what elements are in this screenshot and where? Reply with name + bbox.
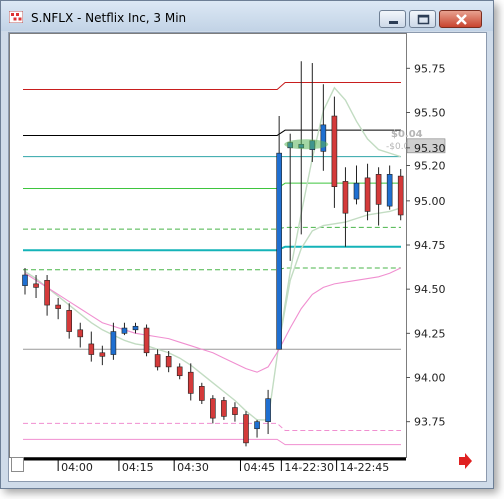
candle-body bbox=[232, 407, 238, 415]
maximize-button[interactable] bbox=[409, 10, 436, 28]
plot-frame bbox=[9, 33, 407, 458]
time-tick-label: 14-22:30 bbox=[284, 461, 334, 474]
candle-body bbox=[88, 343, 95, 355]
chart-client-area: $0.04 -$0.04 9 95.75 95.50 95.30 95.20 95.00… bbox=[8, 32, 487, 482]
candle-body bbox=[165, 355, 172, 368]
cyan-level-line bbox=[23, 245, 401, 252]
pink-solid-line bbox=[23, 438, 401, 446]
green-dashed-upper-line bbox=[23, 226, 401, 230]
minimize-icon bbox=[389, 21, 398, 24]
price-chart[interactable]: $0.04 -$0.04 9 95.7595.5095.3095.2095.00… bbox=[9, 33, 486, 481]
price-tick-label: 95.50 bbox=[414, 107, 446, 120]
candle-body bbox=[243, 414, 249, 444]
time-tick-label: 14-22:45 bbox=[340, 461, 390, 474]
candle-body bbox=[154, 354, 161, 368]
candle-body bbox=[353, 182, 360, 200]
price-tick-label: 94.25 bbox=[414, 327, 446, 340]
candle-body bbox=[276, 152, 282, 350]
candles bbox=[22, 61, 404, 447]
price-tick-label: 95.30 bbox=[414, 142, 446, 155]
indicator-bands bbox=[24, 86, 401, 421]
pink-dashed-line bbox=[23, 422, 401, 431]
red-level-line bbox=[23, 81, 401, 91]
candle-body bbox=[99, 352, 106, 357]
time-axis[interactable]: 04:00 04:15 04:30 04:45 14-22:30 14-22:45 bbox=[24, 457, 406, 474]
minimize-button[interactable] bbox=[379, 10, 406, 28]
maximize-icon bbox=[417, 14, 430, 25]
green-dashed-lower-line bbox=[23, 267, 401, 271]
candle-body bbox=[221, 400, 227, 417]
pink-band-line bbox=[24, 267, 401, 373]
price-tick-label: 94.00 bbox=[414, 372, 446, 385]
axis-corner-box[interactable] bbox=[11, 457, 24, 472]
black-level-line bbox=[23, 129, 401, 136]
price-tick-label: 94.75 bbox=[414, 239, 446, 252]
candle-body bbox=[77, 329, 84, 338]
price-tick-label: 93.75 bbox=[414, 416, 446, 429]
candle-body bbox=[22, 274, 28, 286]
window-title: S.NFLX - Netflix Inc, 3 Min bbox=[31, 11, 187, 25]
title-bar[interactable]: S.NFLX - Netflix Inc, 3 Min bbox=[1, 1, 493, 31]
scroll-right-arrow-icon[interactable] bbox=[459, 453, 472, 469]
chart-window: S.NFLX - Netflix Inc, 3 Min $0.04 -$0.04… bbox=[0, 0, 494, 489]
candle-body bbox=[254, 421, 260, 430]
candle-body bbox=[121, 327, 128, 334]
time-tick-label: 04:15 bbox=[122, 461, 154, 474]
level-lines bbox=[23, 81, 401, 446]
price-tick-label: 95.00 bbox=[414, 195, 446, 208]
candle-body bbox=[143, 327, 150, 354]
price-tag-1: $0.04 bbox=[391, 129, 423, 140]
candle-body bbox=[199, 386, 205, 401]
candle-body bbox=[110, 331, 117, 355]
light-green-band-line bbox=[24, 86, 401, 421]
app-icon bbox=[9, 11, 23, 23]
candle-body bbox=[265, 398, 271, 422]
price-tick-label: 95.20 bbox=[414, 160, 446, 173]
close-button[interactable] bbox=[439, 10, 482, 28]
candle-body bbox=[44, 280, 50, 306]
candle-body bbox=[375, 174, 382, 205]
candle-body bbox=[132, 325, 139, 331]
price-tick-label: 94.50 bbox=[414, 283, 446, 296]
candle-body bbox=[364, 177, 371, 212]
candle-body bbox=[66, 310, 73, 332]
candle-body bbox=[331, 115, 338, 187]
time-tick-label: 04:00 bbox=[61, 461, 93, 474]
candle-body bbox=[33, 283, 39, 288]
close-icon bbox=[456, 14, 467, 25]
candle-body bbox=[342, 181, 349, 214]
candle-body bbox=[397, 175, 404, 216]
time-tick-label: 04:45 bbox=[243, 461, 275, 474]
candle-body bbox=[176, 366, 183, 377]
candle-body bbox=[386, 174, 393, 207]
candle-body bbox=[210, 398, 216, 419]
time-tick-label: 04:30 bbox=[177, 461, 209, 474]
price-axis[interactable]: 95.75 95.50 95.30 95.20 95.00 94.75 94.50 94.25… bbox=[406, 62, 446, 429]
candle-body bbox=[55, 304, 61, 309]
price-tick-label: 95.75 bbox=[414, 62, 446, 75]
last-price-highlight bbox=[284, 139, 329, 150]
candle-body bbox=[187, 371, 194, 394]
